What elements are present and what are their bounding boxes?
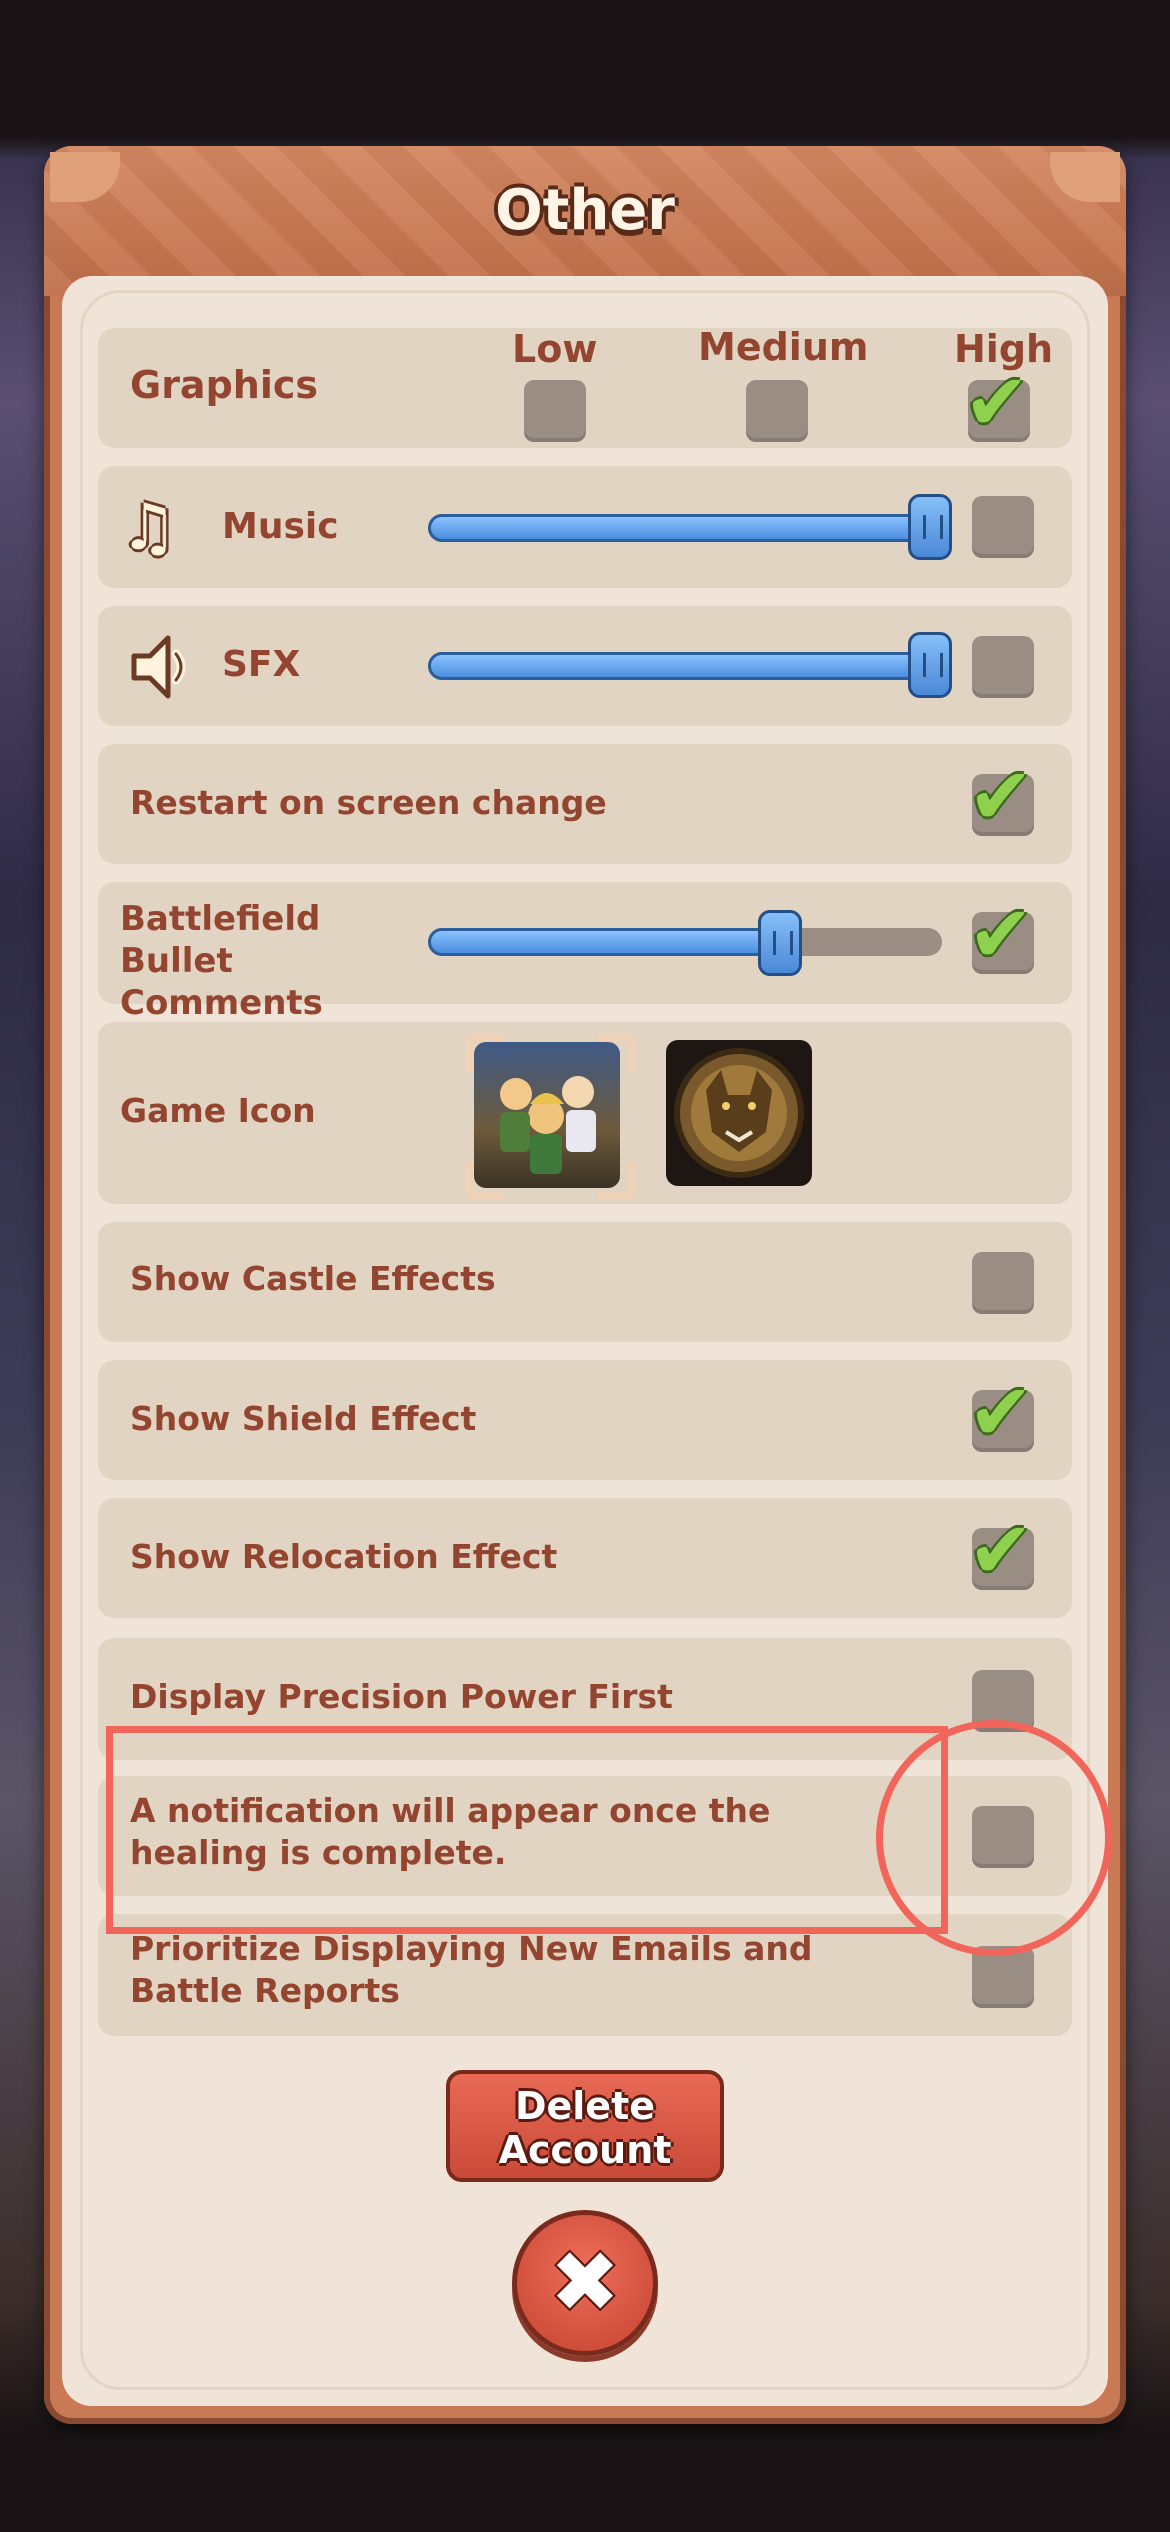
game-icon-label: Game Icon [120, 1091, 316, 1130]
highlight-rectangle [106, 1726, 948, 1934]
bullet-comments-slider-track[interactable] [428, 928, 942, 956]
selected-frame-corner [466, 1034, 504, 1072]
show-castle-effects-checkbox[interactable] [972, 1252, 1034, 1314]
prioritize-new-emails-label: Prioritize Displaying New Emails and Bat… [130, 1929, 813, 2010]
selected-frame-corner [598, 1162, 636, 1200]
music-slider-track[interactable] [428, 514, 940, 542]
restart-checkmark-icon: ✔ [968, 752, 1034, 842]
music-slider-fill [428, 514, 940, 542]
panel-title: Other [495, 178, 675, 243]
music-note-icon: ♫ [120, 491, 178, 565]
selected-frame-corner [598, 1034, 636, 1072]
show-castle-effects-row: Show Castle Effects [98, 1222, 1072, 1342]
game-icon-row: Game Icon [98, 1022, 1072, 1204]
highlight-circle [876, 1720, 1112, 1956]
show-relocation-effect-label: Show Relocation Effect [130, 1537, 558, 1576]
bullet-comments-checkmark-icon: ✔ [968, 890, 1034, 980]
graphics-medium-checkbox[interactable] [746, 380, 808, 442]
music-slider-handle[interactable] [908, 494, 952, 560]
restart-on-screen-change-row: Restart on screen change ✔ [98, 744, 1072, 864]
wolf-icon[interactable] [666, 1040, 812, 1186]
show-castle-effects-label: Show Castle Effects [130, 1259, 496, 1298]
selected-frame-corner [466, 1162, 504, 1200]
sfx-slider-handle[interactable] [908, 632, 952, 698]
graphics-label: Graphics [130, 363, 318, 407]
close-button[interactable]: ✖ [512, 2210, 658, 2356]
sfx-mute-checkbox[interactable] [972, 636, 1034, 698]
show-shield-effect-row: Show Shield Effect ✔ [98, 1360, 1072, 1480]
show-relocation-effect-row: Show Relocation Effect ✔ [98, 1498, 1072, 1618]
battlefield-bullet-comments-row: Battlefield Bullet Comments ✔ [98, 882, 1072, 1023]
music-row: ♫ Music [98, 466, 1072, 588]
bullet-comments-slider-handle[interactable] [758, 910, 802, 976]
graphics-high-checkmark-icon: ✔ [964, 358, 1030, 448]
sfx-label: SFX [222, 644, 301, 685]
graphics-low-label: Low [512, 327, 598, 371]
music-mute-checkbox[interactable] [972, 496, 1034, 558]
graphics-low-checkbox[interactable] [524, 380, 586, 442]
show-shield-effect-label: Show Shield Effect [130, 1399, 477, 1438]
graphics-medium-label: Medium [698, 325, 869, 369]
speaker-icon [128, 630, 198, 704]
restart-on-screen-change-label: Restart on screen change [130, 783, 607, 822]
sfx-slider-fill [428, 652, 940, 680]
shield-checkmark-icon: ✔ [968, 1368, 1034, 1458]
display-precision-power-first-label: Display Precision Power First [130, 1677, 673, 1716]
battlefield-bullet-comments-label: Battlefield Bullet Comments [120, 899, 323, 1023]
music-label: Music [222, 506, 339, 547]
sfx-slider-track[interactable] [428, 652, 940, 680]
bullet-comments-slider-fill [428, 928, 778, 956]
sfx-row: SFX [98, 606, 1072, 726]
graphics-row: Graphics Low Medium High ✔ [98, 325, 1072, 448]
delete-account-button[interactable]: Delete Account [446, 2070, 724, 2182]
relocation-checkmark-icon: ✔ [968, 1506, 1034, 1596]
